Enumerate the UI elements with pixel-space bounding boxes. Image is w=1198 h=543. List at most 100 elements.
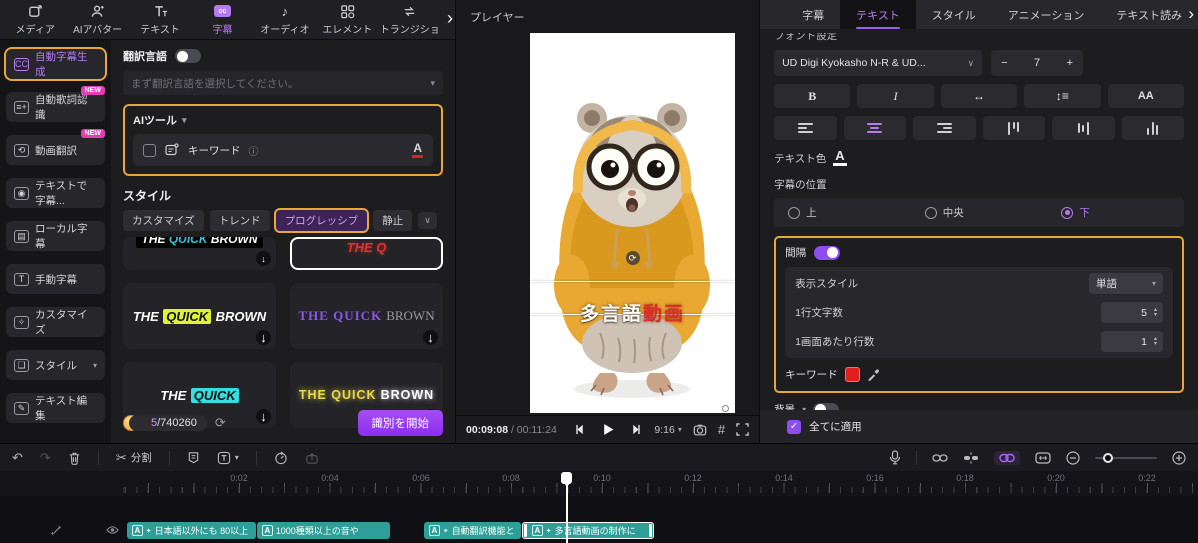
trim-handle-left[interactable] [524, 524, 527, 537]
style-card-selected[interactable]: THE Q [290, 237, 443, 270]
line-height-button[interactable]: ↕≡ [1024, 84, 1100, 108]
chevron-down-icon[interactable]: ▾ [182, 115, 187, 126]
sidebar-item-local-subtitle[interactable]: ▤ ローカル字幕 [6, 221, 105, 251]
align-right-button[interactable] [913, 116, 975, 140]
style-tab-static[interactable]: 静止 [373, 210, 412, 231]
toolbar-more-chevron-icon[interactable]: › [447, 8, 453, 29]
text-color-button[interactable]: A [833, 149, 846, 166]
delete-icon[interactable] [68, 451, 81, 465]
sidebar-item-customize[interactable]: ✧ カスタマイズ [6, 307, 105, 337]
subtitle-clip-1[interactable]: A ✦ 日本語以外にも 80以上 [127, 522, 256, 539]
translate-language-toggle[interactable] [175, 49, 201, 63]
sidebar-item-text-edit[interactable]: ✎ テキスト編集 [6, 393, 105, 423]
style-card[interactable]: THE QUICK BROWN ↓ [123, 237, 276, 270]
italic-button[interactable]: I [857, 84, 933, 108]
vertical-align-bottom-button[interactable] [1122, 116, 1184, 140]
auto-ripple-icon[interactable] [963, 452, 979, 464]
chars-per-line-stepper[interactable]: 5▴▾ [1101, 302, 1163, 323]
vertical-align-middle-button[interactable] [1052, 116, 1114, 140]
sidebar-item-auto-lyrics[interactable]: ≡+ 自動歌詞認識 NEW [6, 92, 105, 122]
stepper-down-icon[interactable]: ▾ [1154, 313, 1157, 318]
marker-icon[interactable] [187, 451, 200, 464]
tab-media[interactable]: メディア [4, 4, 66, 36]
start-recognition-button[interactable]: 識別を開始 [358, 410, 444, 436]
zoom-slider-knob[interactable] [1103, 453, 1113, 463]
link-clips-icon[interactable] [932, 453, 948, 463]
position-bottom-radio[interactable]: 下 [1047, 205, 1184, 220]
style-tabs-expand-icon[interactable]: ∨ [418, 212, 437, 229]
split-button[interactable]: ✂分割 [116, 450, 152, 466]
fullscreen-icon[interactable] [736, 423, 749, 436]
apply-all-checkbox[interactable]: ✓ [787, 420, 801, 434]
position-top-radio[interactable]: 上 [774, 205, 911, 220]
tab-subtitles[interactable]: cc 字幕 [191, 4, 253, 36]
video-subtitle[interactable]: 多言語動画 [530, 299, 735, 326]
subtitle-clip-2[interactable]: A 1000種類以上の音や [257, 522, 390, 539]
tab-elements[interactable]: エレメント [316, 4, 378, 36]
lines-per-screen-stepper[interactable]: 1▴▾ [1101, 331, 1163, 352]
style-tab-customize[interactable]: カスタマイズ [123, 210, 204, 231]
position-center-radio[interactable]: 中央 [911, 205, 1048, 220]
redo-icon[interactable]: ↷ [40, 450, 51, 466]
eyedropper-icon[interactable] [867, 368, 880, 381]
zoom-out-icon[interactable] [1066, 451, 1080, 465]
download-icon[interactable]: ↓ [423, 330, 438, 345]
sidebar-item-text-to-subtitle[interactable]: ◉ テキストで字幕... [6, 178, 105, 208]
tab-subtitle[interactable]: 字幕 [786, 0, 840, 29]
translate-language-select[interactable]: まず翻訳言語を選択してください。 ▾ [123, 71, 443, 95]
fit-timeline-icon[interactable] [1035, 452, 1051, 464]
font-family-select[interactable]: UD Digi Kyokasho N-R & UD... ∨ [774, 50, 982, 76]
record-voiceover-icon[interactable] [889, 450, 901, 465]
info-icon[interactable]: ⓘ [249, 143, 259, 158]
tab-audio[interactable]: ♪ オーディオ [254, 4, 316, 36]
keyword-color-button[interactable]: A [412, 142, 423, 158]
style-tab-trend[interactable]: トレンド [210, 210, 270, 231]
style-card[interactable]: THE QUICK BROWN ↓ [123, 283, 276, 349]
aspect-ratio-select[interactable]: 9:16▾ [654, 424, 681, 436]
tab-transitions[interactable]: トランジショ [379, 4, 441, 36]
style-tab-progressive[interactable]: プログレッシブ [276, 210, 368, 231]
speed-icon[interactable] [274, 451, 288, 465]
spacing-toggle[interactable] [814, 246, 840, 260]
font-size-decrease[interactable]: − [1001, 57, 1007, 69]
track-visibility-icon[interactable] [106, 525, 119, 535]
video-preview[interactable]: ⟳ 多言語動画 [530, 33, 735, 413]
snapshot-icon[interactable] [693, 423, 707, 437]
tabs-more-chevron-icon[interactable]: › [1188, 4, 1194, 24]
download-icon[interactable]: ↓ [256, 330, 271, 345]
sidebar-item-manual-subtitle[interactable]: T 手動字幕 [6, 264, 105, 294]
font-size-increase[interactable]: + [1067, 57, 1073, 69]
bold-button[interactable]: B [774, 84, 850, 108]
timeline-ruler[interactable]: 0:02 0:04 0:06 0:08 0:10 0:12 0:14 0:16 … [0, 471, 1198, 496]
play-button[interactable] [601, 423, 614, 436]
rotate-handle-icon[interactable]: ⟳ [626, 251, 640, 265]
export-clip-icon[interactable] [305, 451, 319, 465]
refresh-icon[interactable]: ⟳ [215, 415, 226, 431]
undo-icon[interactable]: ↶ [12, 450, 23, 466]
sidebar-item-video-translate[interactable]: ⟲ 動画翻訳 NEW [6, 135, 105, 165]
tab-text[interactable]: テキスト [840, 0, 916, 29]
zoom-in-icon[interactable] [1172, 451, 1186, 465]
playhead-handle[interactable] [561, 472, 572, 484]
tab-animation[interactable]: アニメーション [992, 0, 1101, 29]
previous-frame-button[interactable] [574, 424, 585, 435]
display-style-select[interactable]: 単語▾ [1089, 273, 1163, 294]
text-case-button[interactable]: AA [1108, 84, 1184, 108]
sidebar-item-style[interactable]: ❏ スタイル ▾ [6, 350, 105, 380]
keyword-checkbox[interactable] [143, 144, 156, 157]
text-tool-button[interactable]: ▾ [217, 451, 239, 465]
vertical-align-top-button[interactable] [983, 116, 1045, 140]
trim-handle-right[interactable] [649, 524, 652, 537]
next-frame-button[interactable] [630, 424, 641, 435]
tab-style[interactable]: スタイル [916, 0, 992, 29]
subtitle-clip-3[interactable]: A ✦ 自動翻訳機能と [424, 522, 521, 539]
tab-text-to-speech[interactable]: テキスト読み [1100, 0, 1198, 29]
style-card[interactable]: THE QUICKBROWN ↓ [290, 283, 443, 349]
track-magic-icon[interactable] [50, 525, 62, 537]
timeline-zoom-slider[interactable] [1095, 457, 1157, 459]
subtitle-clip-selected[interactable]: A ✦ 多言語動画の制作に [522, 522, 654, 539]
align-left-button[interactable] [774, 116, 836, 140]
keyword-color-swatch[interactable] [845, 367, 860, 382]
snap-toggle-icon[interactable] [994, 451, 1020, 465]
stepper-down-icon[interactable]: ▾ [1154, 342, 1157, 347]
